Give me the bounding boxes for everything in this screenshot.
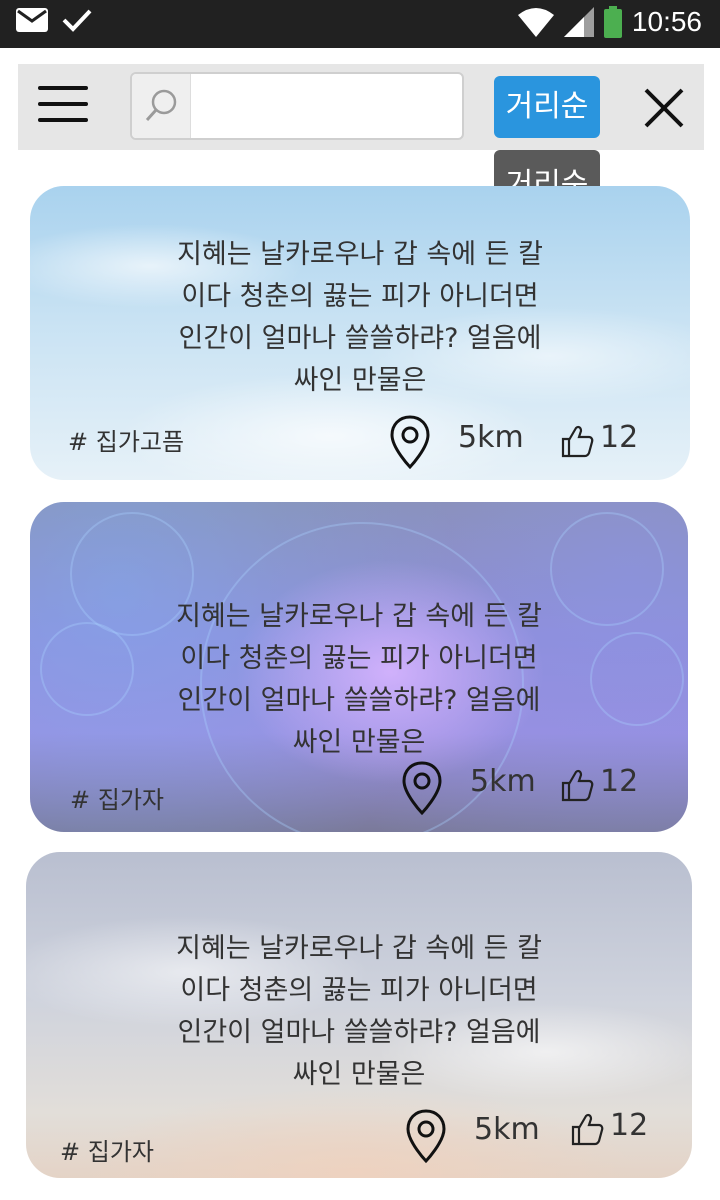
menu-icon-line bbox=[38, 102, 88, 106]
post-tag[interactable]: # 집가고픔 bbox=[68, 422, 184, 457]
thumbs-up-icon[interactable] bbox=[570, 1112, 604, 1146]
status-bar: 10:56 bbox=[0, 0, 720, 48]
post-text: 지혜는 날카로우나 갑 속에 든 칼 이다 청춘의 끓는 피가 아니더면 인간이… bbox=[30, 234, 690, 402]
location-pin-icon bbox=[406, 1109, 446, 1164]
search-input[interactable] bbox=[194, 80, 458, 134]
status-time: 10:56 bbox=[631, 6, 702, 37]
check-icon bbox=[62, 9, 92, 32]
close-icon bbox=[644, 88, 684, 128]
post-distance: 5km bbox=[470, 764, 536, 799]
menu-icon-line bbox=[38, 86, 88, 90]
post-card[interactable]: 지혜는 날카로우나 갑 속에 든 칼 이다 청춘의 끓는 피가 아니더면 인간이… bbox=[30, 502, 688, 832]
post-text: 지혜는 날카로우나 갑 속에 든 칼 이다 청춘의 끓는 피가 아니더면 인간이… bbox=[26, 928, 692, 1096]
post-text-line: 이다 청춘의 끓는 피가 아니더면 bbox=[181, 281, 539, 312]
post-text-line: 지혜는 날카로우나 갑 속에 든 칼 bbox=[176, 601, 542, 632]
menu-icon-line bbox=[38, 118, 88, 122]
post-text: 지혜는 날카로우나 갑 속에 든 칼 이다 청춘의 끓는 피가 아니더면 인간이… bbox=[30, 596, 688, 764]
thumbs-up-icon[interactable] bbox=[560, 424, 594, 458]
post-text-line: 싸인 만물은 bbox=[292, 1059, 426, 1090]
post-distance: 5km bbox=[474, 1112, 540, 1147]
like-count: 12 bbox=[600, 420, 639, 455]
post-text-line: 인간이 얼마나 쓸쓸하랴? 얼음에 bbox=[177, 1017, 541, 1048]
thumbs-up-icon[interactable] bbox=[560, 768, 594, 802]
post-text-line: 이다 청춘의 끓는 피가 아니더면 bbox=[180, 975, 538, 1006]
status-right: 10:56 bbox=[517, 6, 702, 38]
mail-icon bbox=[16, 8, 48, 32]
location-pin-icon bbox=[402, 761, 442, 816]
top-bar: 거리순 bbox=[18, 64, 704, 150]
post-text-line: 인간이 얼마나 쓸쓸하랴? 얼음에 bbox=[178, 323, 542, 354]
menu-button[interactable] bbox=[38, 86, 88, 126]
search-icon-container bbox=[132, 74, 191, 138]
search-box[interactable] bbox=[130, 72, 464, 140]
post-text-line: 싸인 만물은 bbox=[293, 365, 427, 396]
battery-icon bbox=[603, 6, 622, 38]
location-pin-icon bbox=[390, 415, 430, 470]
status-left bbox=[16, 8, 92, 32]
like-count: 12 bbox=[600, 764, 639, 799]
signal-icon bbox=[563, 7, 594, 37]
sort-button[interactable]: 거리순 bbox=[494, 76, 600, 138]
post-tag[interactable]: # 집가자 bbox=[60, 1132, 154, 1167]
post-card[interactable]: 지혜는 날카로우나 갑 속에 든 칼 이다 청춘의 끓는 피가 아니더면 인간이… bbox=[30, 186, 690, 480]
post-text-line: 지혜는 날카로우나 갑 속에 든 칼 bbox=[176, 933, 542, 964]
post-tag[interactable]: # 집가자 bbox=[70, 780, 164, 815]
close-button[interactable] bbox=[642, 86, 686, 130]
search-icon bbox=[145, 89, 177, 122]
wifi-icon bbox=[517, 8, 554, 37]
post-text-line: 지혜는 날카로우나 갑 속에 든 칼 bbox=[177, 239, 543, 270]
post-distance: 5km bbox=[458, 420, 524, 455]
post-text-line: 인간이 얼마나 쓸쓸하랴? 얼음에 bbox=[177, 685, 541, 716]
post-card[interactable]: 지혜는 날카로우나 갑 속에 든 칼 이다 청춘의 끓는 피가 아니더면 인간이… bbox=[26, 852, 692, 1178]
post-text-line: 싸인 만물은 bbox=[292, 727, 426, 758]
post-text-line: 이다 청춘의 끓는 피가 아니더면 bbox=[180, 643, 538, 674]
like-count: 12 bbox=[610, 1108, 649, 1143]
